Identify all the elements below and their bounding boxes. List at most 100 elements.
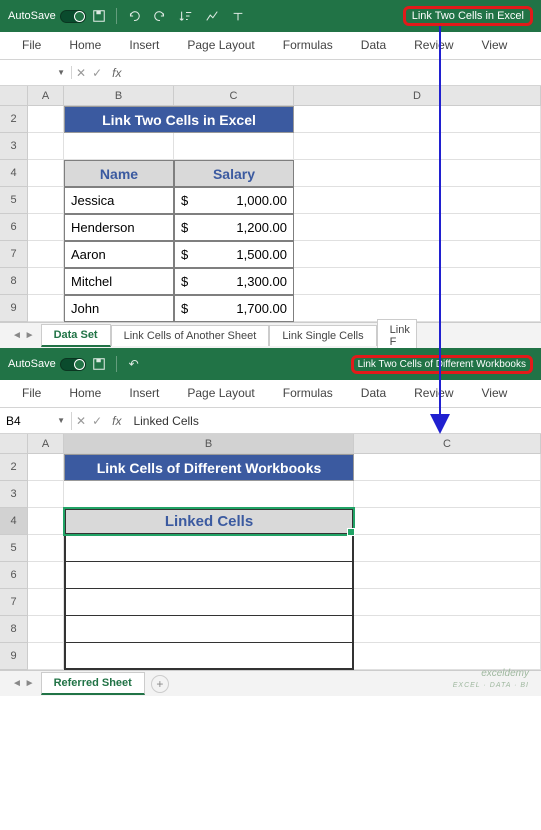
row-header[interactable]: 6: [0, 214, 28, 241]
enter-icon[interactable]: ✓: [92, 414, 102, 428]
chart-icon[interactable]: [201, 6, 223, 26]
chevron-down-icon[interactable]: ▼: [57, 68, 65, 77]
row-header[interactable]: 3: [0, 481, 28, 508]
name-box[interactable]: B4▼: [0, 412, 72, 430]
table-row[interactable]: [64, 535, 354, 562]
row-header[interactable]: 2: [0, 106, 28, 133]
customize-qat-icon[interactable]: [227, 6, 249, 26]
grid[interactable]: 2 3 4 5 6 7 8 9 Link Two Cells in Excel …: [0, 106, 541, 322]
workbook-title: Link Two Cells in Excel: [403, 6, 533, 26]
autosave-toggle-icon[interactable]: [60, 10, 86, 23]
col-header[interactable]: A: [28, 434, 64, 454]
tab-insert[interactable]: Insert: [115, 380, 173, 407]
row-header[interactable]: 5: [0, 535, 28, 562]
name-box[interactable]: ▼: [0, 66, 72, 79]
autosave[interactable]: AutoSave: [8, 10, 86, 23]
sheet-tabs: ◄ ► Data Set Link Cells of Another Sheet…: [0, 322, 541, 348]
chevron-down-icon[interactable]: ▼: [57, 416, 65, 425]
tab-data[interactable]: Data: [347, 380, 400, 407]
table-row[interactable]: [64, 616, 354, 643]
table-row: Jessica$1,000.00: [28, 187, 541, 214]
formula-bar: ▼ ✕ ✓ fx: [0, 60, 541, 86]
tab-insert[interactable]: Insert: [115, 32, 173, 59]
fx-icon[interactable]: fx: [112, 66, 121, 80]
tab-file[interactable]: File: [8, 32, 55, 59]
row-header[interactable]: 8: [0, 616, 28, 643]
row-header[interactable]: 8: [0, 268, 28, 295]
workbook-2: AutoSave ↶ Link Two Cells of Different W…: [0, 348, 541, 696]
tab-formulas[interactable]: Formulas: [269, 32, 347, 59]
tab-page-layout[interactable]: Page Layout: [173, 380, 268, 407]
tab-view[interactable]: View: [468, 32, 522, 59]
grid[interactable]: 2 3 4 5 6 7 8 9 Link Cells of Different …: [0, 454, 541, 670]
fx-icon[interactable]: fx: [112, 414, 121, 428]
table-row[interactable]: [64, 562, 354, 589]
formula-input[interactable]: [125, 71, 541, 75]
table-row: Mitchel$1,300.00: [28, 268, 541, 295]
table-row[interactable]: [64, 589, 354, 616]
select-all-corner[interactable]: [0, 434, 28, 454]
col-header[interactable]: C: [174, 86, 294, 106]
formula-controls: ✕ ✓ fx: [72, 66, 125, 80]
tab-formulas[interactable]: Formulas: [269, 380, 347, 407]
tab-view[interactable]: View: [468, 380, 522, 407]
save-icon[interactable]: [88, 6, 110, 26]
col-header[interactable]: A: [28, 86, 64, 106]
tab-page-layout[interactable]: Page Layout: [173, 32, 268, 59]
ribbon-tabs: File Home Insert Page Layout Formulas Da…: [0, 380, 541, 408]
undo-icon[interactable]: ↶: [123, 354, 145, 374]
col-header[interactable]: B: [64, 86, 174, 106]
row-header[interactable]: 9: [0, 295, 28, 322]
row-header[interactable]: 7: [0, 589, 28, 616]
formula-input[interactable]: Linked Cells: [125, 412, 541, 430]
cancel-icon[interactable]: ✕: [76, 414, 86, 428]
sheet-tab-active[interactable]: Referred Sheet: [41, 672, 145, 695]
autosave[interactable]: AutoSave: [8, 358, 86, 371]
sheet-nav[interactable]: ◄ ►: [6, 330, 41, 341]
divider: [116, 356, 117, 372]
row-header[interactable]: 2: [0, 454, 28, 481]
col-header[interactable]: C: [354, 434, 541, 454]
table-row: Henderson$1,200.00: [28, 214, 541, 241]
row-header[interactable]: 9: [0, 643, 28, 670]
cancel-icon[interactable]: ✕: [76, 66, 86, 80]
add-sheet-button[interactable]: +: [151, 675, 169, 693]
select-all-corner[interactable]: [0, 86, 28, 106]
row-header[interactable]: 3: [0, 133, 28, 160]
save-icon[interactable]: [88, 354, 110, 374]
tab-review[interactable]: Review: [400, 380, 467, 407]
autosave-label: AutoSave: [8, 358, 56, 370]
row-header[interactable]: 7: [0, 241, 28, 268]
workbook-title: Link Two Cells of Different Workbooks: [351, 355, 533, 374]
col-header[interactable]: B: [64, 434, 354, 454]
section-title: Link Two Cells in Excel: [64, 106, 294, 133]
row-header[interactable]: 5: [0, 187, 28, 214]
autosave-toggle-icon[interactable]: [60, 358, 86, 371]
title-bar: AutoSave Link Two Cells in Excel: [0, 0, 541, 32]
redo-icon[interactable]: [149, 6, 171, 26]
sheet-tab[interactable]: Link Single Cells: [269, 325, 376, 346]
sort-icon[interactable]: [175, 6, 197, 26]
formula-bar: B4▼ ✕ ✓ fx Linked Cells: [0, 408, 541, 434]
sheet-nav[interactable]: ◄ ►: [6, 678, 41, 689]
table-header-salary: Salary: [174, 160, 294, 187]
sheet-tab[interactable]: Link Cells of Another Sheet: [111, 325, 270, 346]
linked-cells-header[interactable]: Linked Cells: [64, 508, 354, 535]
table-header-name: Name: [64, 160, 174, 187]
watermark: exceldemyEXCEL · DATA · BI: [453, 668, 529, 690]
tab-home[interactable]: Home: [55, 32, 115, 59]
tab-data[interactable]: Data: [347, 32, 400, 59]
divider: [116, 8, 117, 24]
tab-home[interactable]: Home: [55, 380, 115, 407]
enter-icon[interactable]: ✓: [92, 66, 102, 80]
undo-icon[interactable]: [123, 6, 145, 26]
table-row[interactable]: [64, 643, 354, 670]
row-header[interactable]: 4: [0, 160, 28, 187]
workbook-1: AutoSave Link Two Cells in Excel File Ho…: [0, 0, 541, 348]
tab-file[interactable]: File: [8, 380, 55, 407]
col-header[interactable]: D: [294, 86, 541, 106]
sheet-tab-active[interactable]: Data Set: [41, 324, 111, 347]
tab-review[interactable]: Review: [400, 32, 467, 59]
row-header[interactable]: 6: [0, 562, 28, 589]
row-header[interactable]: 4: [0, 508, 28, 535]
